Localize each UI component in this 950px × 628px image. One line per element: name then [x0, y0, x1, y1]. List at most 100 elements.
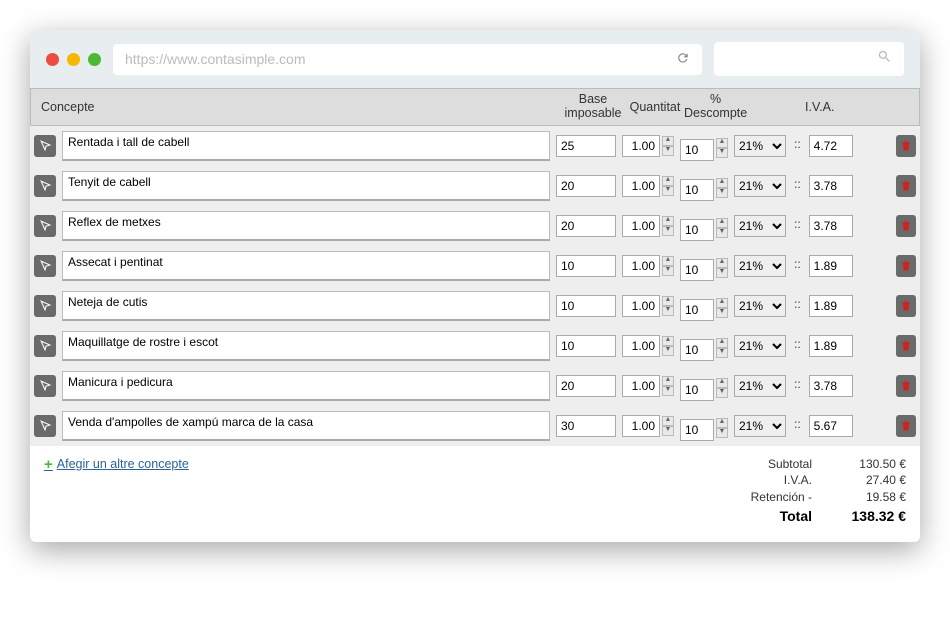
delete-row-button[interactable] — [896, 135, 916, 157]
select-item-button[interactable] — [34, 375, 56, 397]
discount-input[interactable] — [680, 179, 714, 201]
delete-row-button[interactable] — [896, 255, 916, 277]
desc-up-button[interactable]: ▲ — [716, 258, 728, 268]
desc-down-button[interactable]: ▼ — [716, 148, 728, 158]
base-input[interactable] — [556, 215, 616, 237]
iva-amount-input[interactable] — [809, 295, 853, 317]
iva-amount-input[interactable] — [809, 255, 853, 277]
delete-row-button[interactable] — [896, 415, 916, 437]
iva-select[interactable]: 21% — [734, 255, 786, 277]
desc-up-button[interactable]: ▲ — [716, 418, 728, 428]
concept-input[interactable]: Neteja de cutis — [62, 291, 550, 321]
base-input[interactable] — [556, 415, 616, 437]
qty-up-button[interactable]: ▲ — [662, 416, 674, 426]
qty-down-button[interactable]: ▼ — [662, 186, 674, 196]
discount-input[interactable] — [680, 339, 714, 361]
desc-up-button[interactable]: ▲ — [716, 378, 728, 388]
concept-input[interactable]: Rentada i tall de cabell — [62, 131, 550, 161]
desc-down-button[interactable]: ▼ — [716, 348, 728, 358]
iva-amount-input[interactable] — [809, 135, 853, 157]
base-input[interactable] — [556, 375, 616, 397]
add-concept-link[interactable]: + Afegir un altre concepte — [44, 456, 189, 473]
quantity-input[interactable] — [622, 255, 660, 277]
quantity-input[interactable] — [622, 175, 660, 197]
iva-amount-input[interactable] — [809, 335, 853, 357]
desc-up-button[interactable]: ▲ — [716, 218, 728, 228]
discount-input[interactable] — [680, 299, 714, 321]
search-box[interactable] — [714, 42, 904, 76]
qty-up-button[interactable]: ▲ — [662, 216, 674, 226]
iva-amount-input[interactable] — [809, 175, 853, 197]
iva-amount-input[interactable] — [809, 215, 853, 237]
concept-input[interactable]: Manicura i pedicura — [62, 371, 550, 401]
select-item-button[interactable] — [34, 335, 56, 357]
iva-select[interactable]: 21% — [734, 415, 786, 437]
delete-row-button[interactable] — [896, 175, 916, 197]
qty-down-button[interactable]: ▼ — [662, 346, 674, 356]
close-window-button[interactable] — [46, 53, 59, 66]
iva-amount-input[interactable] — [809, 375, 853, 397]
qty-down-button[interactable]: ▼ — [662, 306, 674, 316]
quantity-input[interactable] — [622, 415, 660, 437]
minimize-window-button[interactable] — [67, 53, 80, 66]
qty-up-button[interactable]: ▲ — [662, 296, 674, 306]
iva-select[interactable]: 21% — [734, 335, 786, 357]
iva-select[interactable]: 21% — [734, 295, 786, 317]
desc-down-button[interactable]: ▼ — [716, 268, 728, 278]
qty-down-button[interactable]: ▼ — [662, 146, 674, 156]
delete-row-button[interactable] — [896, 335, 916, 357]
desc-down-button[interactable]: ▼ — [716, 188, 728, 198]
refresh-icon[interactable] — [676, 51, 690, 68]
select-item-button[interactable] — [34, 415, 56, 437]
iva-amount-input[interactable] — [809, 415, 853, 437]
quantity-input[interactable] — [622, 375, 660, 397]
delete-row-button[interactable] — [896, 295, 916, 317]
quantity-input[interactable] — [622, 135, 660, 157]
base-input[interactable] — [556, 255, 616, 277]
discount-input[interactable] — [680, 379, 714, 401]
qty-up-button[interactable]: ▲ — [662, 136, 674, 146]
desc-down-button[interactable]: ▼ — [716, 388, 728, 398]
qty-up-button[interactable]: ▲ — [662, 176, 674, 186]
iva-select[interactable]: 21% — [734, 375, 786, 397]
quantity-input[interactable] — [622, 335, 660, 357]
select-item-button[interactable] — [34, 135, 56, 157]
select-item-button[interactable] — [34, 175, 56, 197]
discount-input[interactable] — [680, 419, 714, 441]
qty-down-button[interactable]: ▼ — [662, 226, 674, 236]
qty-up-button[interactable]: ▲ — [662, 336, 674, 346]
desc-up-button[interactable]: ▲ — [716, 298, 728, 308]
discount-input[interactable] — [680, 139, 714, 161]
base-input[interactable] — [556, 175, 616, 197]
iva-select[interactable]: 21% — [734, 175, 786, 197]
discount-input[interactable] — [680, 259, 714, 281]
base-input[interactable] — [556, 335, 616, 357]
base-input[interactable] — [556, 135, 616, 157]
desc-down-button[interactable]: ▼ — [716, 228, 728, 238]
desc-down-button[interactable]: ▼ — [716, 308, 728, 318]
maximize-window-button[interactable] — [88, 53, 101, 66]
qty-up-button[interactable]: ▲ — [662, 256, 674, 266]
concept-input[interactable]: Assecat i pentinat — [62, 251, 550, 281]
delete-row-button[interactable] — [896, 215, 916, 237]
url-bar[interactable]: https://www.contasimple.com — [113, 44, 702, 75]
qty-up-button[interactable]: ▲ — [662, 376, 674, 386]
concept-input[interactable]: Reflex de metxes — [62, 211, 550, 241]
qty-down-button[interactable]: ▼ — [662, 386, 674, 396]
select-item-button[interactable] — [34, 215, 56, 237]
base-input[interactable] — [556, 295, 616, 317]
desc-up-button[interactable]: ▲ — [716, 178, 728, 188]
qty-down-button[interactable]: ▼ — [662, 426, 674, 436]
iva-select[interactable]: 21% — [734, 215, 786, 237]
concept-input[interactable]: Venda d'ampolles de xampú marca de la ca… — [62, 411, 550, 441]
desc-down-button[interactable]: ▼ — [716, 428, 728, 438]
concept-input[interactable]: Tenyit de cabell — [62, 171, 550, 201]
iva-select[interactable]: 21% — [734, 135, 786, 157]
desc-up-button[interactable]: ▲ — [716, 138, 728, 148]
desc-up-button[interactable]: ▲ — [716, 338, 728, 348]
concept-input[interactable]: Maquillatge de rostre i escot — [62, 331, 550, 361]
select-item-button[interactable] — [34, 255, 56, 277]
discount-input[interactable] — [680, 219, 714, 241]
quantity-input[interactable] — [622, 215, 660, 237]
select-item-button[interactable] — [34, 295, 56, 317]
